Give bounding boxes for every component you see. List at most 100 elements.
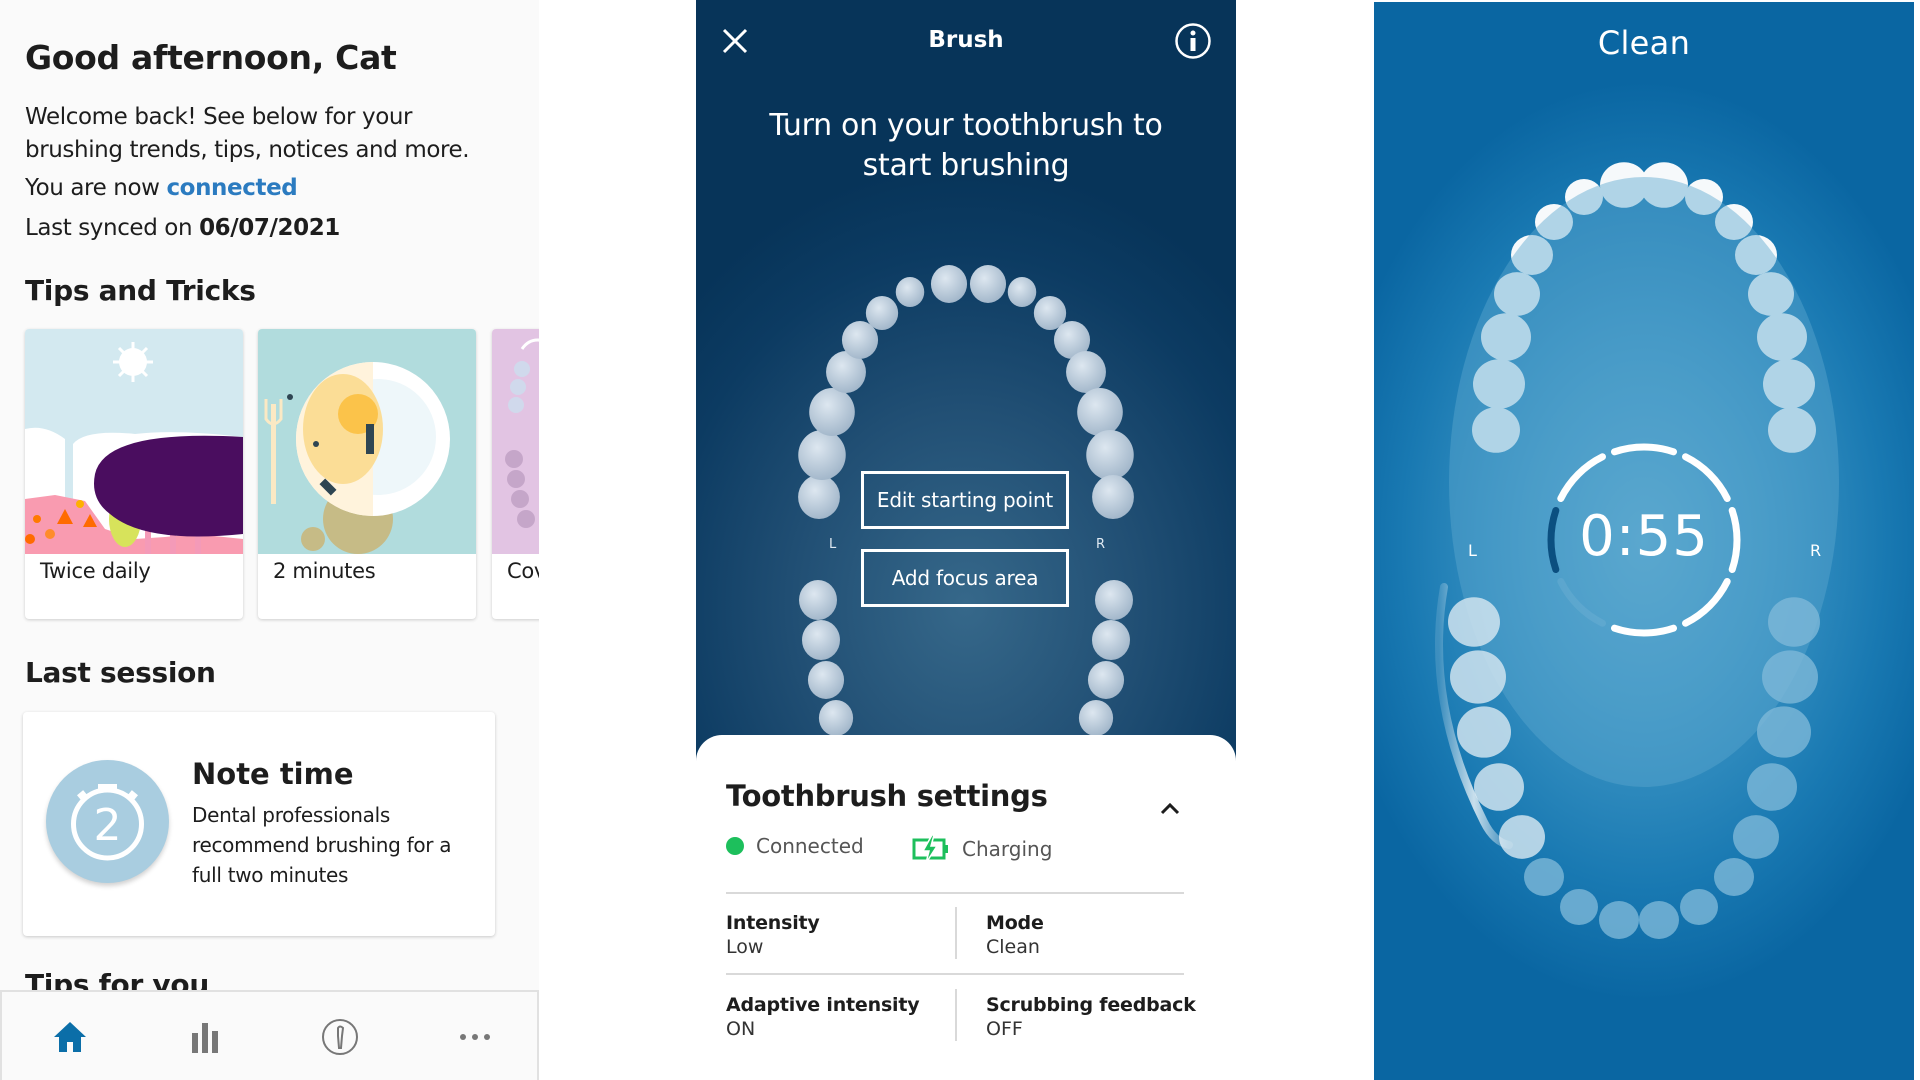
tip-illustration-plate [258, 329, 476, 554]
tooth [1095, 580, 1133, 620]
divider [955, 989, 957, 1041]
tooth-lower [1524, 858, 1564, 896]
tip-card-cover[interactable]: Cov [492, 329, 539, 619]
connected-status: Connected [726, 834, 864, 858]
tooth-lower [1747, 763, 1797, 811]
tooth [930, 265, 968, 303]
nav-more[interactable] [407, 992, 539, 1080]
brushing-session-screen: Clean L R 0:55 [1374, 2, 1914, 1080]
tooth-lower [1560, 888, 1598, 926]
tooth [807, 661, 845, 699]
setting-mode[interactable]: Mode Clean [986, 911, 1044, 959]
chevron-up-icon[interactable] [1158, 799, 1182, 817]
charging-label: Charging [962, 837, 1053, 861]
tooth [865, 296, 899, 330]
setting-value: Low [726, 936, 764, 958]
tooth-lower [1714, 858, 1754, 896]
left-label: L [829, 537, 837, 552]
tooth-lower [1762, 650, 1818, 704]
tooth [1087, 661, 1125, 699]
setting-scrubbing-feedback[interactable]: Scrubbing feedback OFF [986, 993, 1196, 1041]
tooth-lower [1450, 650, 1506, 704]
tooth [1077, 388, 1123, 436]
tooth [969, 265, 1007, 303]
more-icon [459, 1034, 490, 1040]
last-synced-date: 06/07/2021 [199, 215, 340, 241]
brushing-timer: 0:55 [1579, 504, 1709, 569]
tooth-lower [1639, 901, 1679, 939]
connected-link[interactable]: connected [166, 175, 297, 201]
tip-illustration-teeth-arch [492, 329, 539, 554]
home-icon [53, 1022, 86, 1052]
nav-home[interactable] [2, 992, 137, 1080]
tooth-lower [1457, 706, 1511, 758]
battery-charging-icon [912, 834, 948, 864]
nav-brush-head[interactable] [272, 992, 407, 1080]
tooth-lower [1448, 597, 1500, 647]
tooth [1092, 620, 1130, 660]
setting-key: Adaptive intensity [726, 994, 920, 1016]
brush-screen: Brush Turn on your toothbrush to start b… [696, 0, 1236, 1080]
settings-title: Toothbrush settings [726, 779, 1048, 813]
connection-prefix: You are now [25, 175, 160, 201]
last-synced: Last synced on 06/07/2021 [25, 215, 340, 241]
bottom-nav [0, 990, 539, 1080]
tooth [1078, 700, 1114, 736]
tip-card-twice-daily[interactable]: Twice daily [25, 329, 243, 619]
stopwatch-icon: 2 [46, 760, 169, 883]
add-focus-area-button[interactable]: Add focus area [861, 549, 1069, 607]
tooth [1092, 475, 1134, 519]
right-label: R [1096, 537, 1106, 552]
tooth [798, 430, 846, 480]
divider [726, 973, 1184, 975]
tip-illustration-teeth [25, 329, 243, 554]
session-title: Note time [192, 757, 354, 791]
tooth [1086, 430, 1134, 480]
toothbrush-head-icon [321, 1019, 358, 1055]
greeting: Good afternoon, Cat [25, 38, 397, 77]
home-screen: Good afternoon, Cat Welcome back! See be… [0, 0, 539, 1080]
setting-value: OFF [986, 1018, 1023, 1040]
tip-label: 2 minutes [273, 559, 376, 583]
toothbrush-settings-sheet: Toothbrush settings Connected Charging I… [696, 735, 1236, 1080]
tip-card-2-minutes[interactable]: 2 minutes [258, 329, 476, 619]
tooth [809, 388, 855, 436]
tooth-lower [1757, 706, 1811, 758]
tooth-lower [1499, 815, 1545, 859]
connected-dot-icon [726, 837, 744, 855]
left-label: L [1468, 541, 1477, 560]
welcome-text: Welcome back! See below for your brushin… [25, 104, 470, 163]
setting-key: Scrubbing feedback [986, 994, 1196, 1016]
tip-label: Twice daily [40, 559, 151, 583]
tooth [895, 277, 925, 307]
right-label: R [1810, 541, 1822, 560]
last-session-card[interactable]: 2 Note time Dental professionals recomme… [23, 712, 495, 936]
tooth-lower [1599, 901, 1639, 939]
tooth [1007, 277, 1037, 307]
tips-heading: Tips and Tricks [25, 274, 256, 307]
divider [726, 892, 1184, 894]
connected-label: Connected [756, 834, 864, 858]
tooth [799, 580, 837, 620]
edit-starting-point-button[interactable]: Edit starting point [861, 471, 1069, 529]
tooth [798, 475, 840, 519]
connection-status: You are now connected [25, 175, 298, 201]
setting-adaptive-intensity[interactable]: Adaptive intensity ON [726, 993, 920, 1041]
last-synced-prefix: Last synced on [25, 215, 193, 241]
setting-value: Clean [986, 936, 1040, 958]
nav-stats[interactable] [137, 992, 272, 1080]
setting-key: Mode [986, 912, 1044, 934]
tooth [818, 700, 854, 736]
last-session-heading: Last session [25, 656, 216, 689]
tooth [802, 620, 840, 660]
bar-chart-icon [191, 1023, 218, 1053]
setting-intensity[interactable]: Intensity Low [726, 911, 820, 959]
tooth-lower [1733, 815, 1779, 859]
teeth-arch-illustration [798, 265, 1134, 736]
tip-label: Cov [507, 559, 539, 583]
session-description: Dental professionals recommend brushing … [192, 803, 452, 887]
setting-key: Intensity [726, 912, 820, 934]
charging-status: Charging [912, 834, 1052, 864]
tooth-lower [1474, 763, 1524, 811]
tooth-lower [1768, 597, 1820, 647]
